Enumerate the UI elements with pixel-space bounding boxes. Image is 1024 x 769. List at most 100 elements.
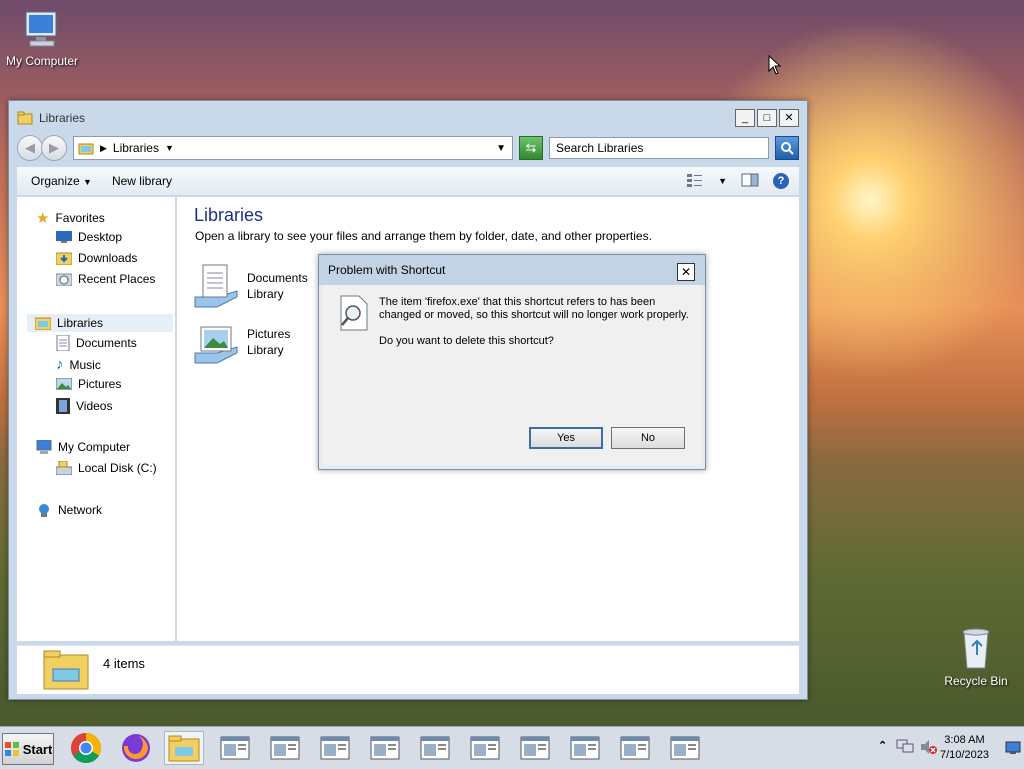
yes-button[interactable]: Yes: [529, 427, 603, 449]
taskbar-chrome[interactable]: [66, 731, 106, 765]
library-label: Documents Library: [247, 271, 308, 301]
pictures-library-icon: [194, 326, 238, 364]
library-label: Pictures Library: [247, 327, 291, 357]
details-pane: 4 items: [17, 645, 799, 694]
window-icon: [370, 736, 400, 760]
page-subtitle: Open a library to see your files and arr…: [195, 229, 652, 243]
show-hidden-icons-chevron-icon[interactable]: ⌃: [878, 739, 887, 752]
explorer-titlebar[interactable]: Libraries _ □ ✕: [17, 107, 799, 129]
close-icon: ✕: [680, 265, 692, 279]
breadcrumb-dropdown-icon[interactable]: ▼: [165, 143, 174, 153]
downloads-folder-icon: [56, 252, 72, 265]
desktop-icon-my-computer[interactable]: My Computer: [0, 8, 84, 68]
taskbar-window-10[interactable]: [665, 731, 705, 765]
close-icon: ✕: [784, 111, 794, 124]
dialog-titlebar[interactable]: Problem with Shortcut: [319, 255, 705, 285]
nav-item-music[interactable]: ♪ Music: [56, 356, 101, 373]
taskbar-window-8[interactable]: [565, 731, 605, 765]
search-icon: [781, 142, 794, 155]
window-icon: [470, 736, 500, 760]
minimize-button[interactable]: _: [735, 109, 755, 127]
taskbar-window-7[interactable]: [515, 731, 555, 765]
problem-with-shortcut-dialog: Problem with Shortcut ✕ The item 'firefo…: [318, 254, 706, 470]
library-item-pictures[interactable]: Pictures Library: [193, 319, 290, 365]
search-input[interactable]: Search Libraries: [549, 137, 769, 159]
nav-item-videos[interactable]: Videos: [56, 398, 112, 414]
window-icon: [320, 736, 350, 760]
view-dropdown-icon[interactable]: ▼: [718, 176, 727, 186]
documents-icon: [56, 335, 70, 351]
dialog-title: Problem with Shortcut: [328, 263, 446, 277]
taskbar-window-2[interactable]: [265, 731, 305, 765]
new-library-button[interactable]: New library: [112, 174, 172, 188]
taskbar-window-4[interactable]: [365, 731, 405, 765]
clock[interactable]: 3:08 AM 7/10/2023: [940, 733, 989, 763]
nav-item-libraries[interactable]: Libraries: [27, 314, 173, 332]
documents-library-icon: [194, 264, 238, 308]
back-button[interactable]: ◀: [17, 135, 43, 161]
maximize-button[interactable]: □: [757, 109, 777, 127]
network-tray-icon[interactable]: [896, 739, 914, 755]
dialog-body: The item 'firefox.exe' that this shortcu…: [323, 285, 701, 465]
mouse-cursor-icon: [768, 55, 782, 75]
desktop-icon-recycle-bin[interactable]: Recycle Bin: [934, 624, 1018, 688]
nav-item-pictures[interactable]: Pictures: [56, 377, 121, 391]
clock-time: 3:08 AM: [944, 734, 985, 746]
nav-item-documents[interactable]: Documents: [56, 335, 137, 351]
taskbar: Start ⌃ 3:08 AM 7/10/2023: [0, 726, 1024, 769]
minimize-icon: _: [741, 111, 749, 124]
view-options-icon: [687, 173, 703, 187]
window-icon: [520, 736, 550, 760]
network-icon: [39, 504, 49, 517]
window-icon: [270, 736, 300, 760]
taskbar-window-3[interactable]: [315, 731, 355, 765]
show-desktop-icon[interactable]: [1005, 741, 1021, 755]
refresh-button[interactable]: ⇆: [519, 136, 543, 160]
nav-item-favorites[interactable]: ★ Favorites: [36, 209, 105, 227]
dialog-close-button[interactable]: ✕: [677, 263, 695, 281]
forward-button[interactable]: ▶: [41, 135, 67, 161]
breadcrumb-libraries[interactable]: Libraries: [113, 141, 159, 155]
search-button[interactable]: [775, 136, 799, 160]
hard-drive-icon: [56, 461, 72, 475]
volume-muted-icon[interactable]: [920, 739, 938, 755]
maximize-icon: □: [763, 111, 771, 124]
nav-item-desktop[interactable]: Desktop: [56, 230, 122, 244]
taskbar-window-1[interactable]: [215, 731, 255, 765]
nav-item-downloads[interactable]: Downloads: [56, 251, 137, 265]
refresh-icon: ⇆: [525, 140, 537, 155]
nav-item-local-disk[interactable]: Local Disk (C:): [56, 461, 157, 475]
libraries-folder-icon: [17, 111, 33, 125]
firefox-icon: [122, 734, 150, 762]
organize-dropdown-icon: ▼: [83, 177, 92, 187]
taskbar-firefox[interactable]: [116, 731, 156, 765]
organize-menu[interactable]: Organize ▼: [31, 174, 92, 188]
change-view-button[interactable]: [686, 173, 704, 190]
pictures-icon: [56, 378, 72, 390]
taskbar-explorer-libraries[interactable]: [164, 731, 204, 765]
breadcrumb-chevron-icon[interactable]: ▶: [100, 143, 107, 154]
magnifier-document-icon: [340, 295, 368, 331]
dialog-question: Do you want to delete this shortcut?: [379, 335, 554, 347]
nav-item-recent-places[interactable]: Recent Places: [56, 272, 155, 286]
close-button[interactable]: ✕: [779, 109, 799, 127]
nav-item-network[interactable]: Network: [36, 503, 102, 517]
help-icon[interactable]: ?: [773, 173, 789, 189]
no-button[interactable]: No: [611, 427, 685, 449]
preview-pane-button[interactable]: [741, 173, 759, 190]
start-button[interactable]: Start: [2, 733, 54, 765]
window-title: Libraries: [39, 111, 86, 125]
taskbar-window-6[interactable]: [465, 731, 505, 765]
music-icon: ♪: [56, 356, 64, 373]
taskbar-window-9[interactable]: [615, 731, 655, 765]
window-icon: [670, 736, 700, 760]
libraries-icon: [35, 317, 51, 330]
nav-item-my-computer[interactable]: My Computer: [36, 440, 130, 454]
preview-pane-icon: [741, 173, 759, 186]
libraries-folder-icon: [78, 143, 94, 155]
command-bar: Organize ▼ New library ▼ ?: [17, 167, 799, 195]
address-bar[interactable]: ▶ Libraries ▼ ▼: [73, 136, 513, 160]
library-item-documents[interactable]: Documents Library: [193, 263, 308, 309]
address-history-dropdown-icon[interactable]: ▼: [496, 143, 506, 154]
taskbar-window-5[interactable]: [415, 731, 455, 765]
